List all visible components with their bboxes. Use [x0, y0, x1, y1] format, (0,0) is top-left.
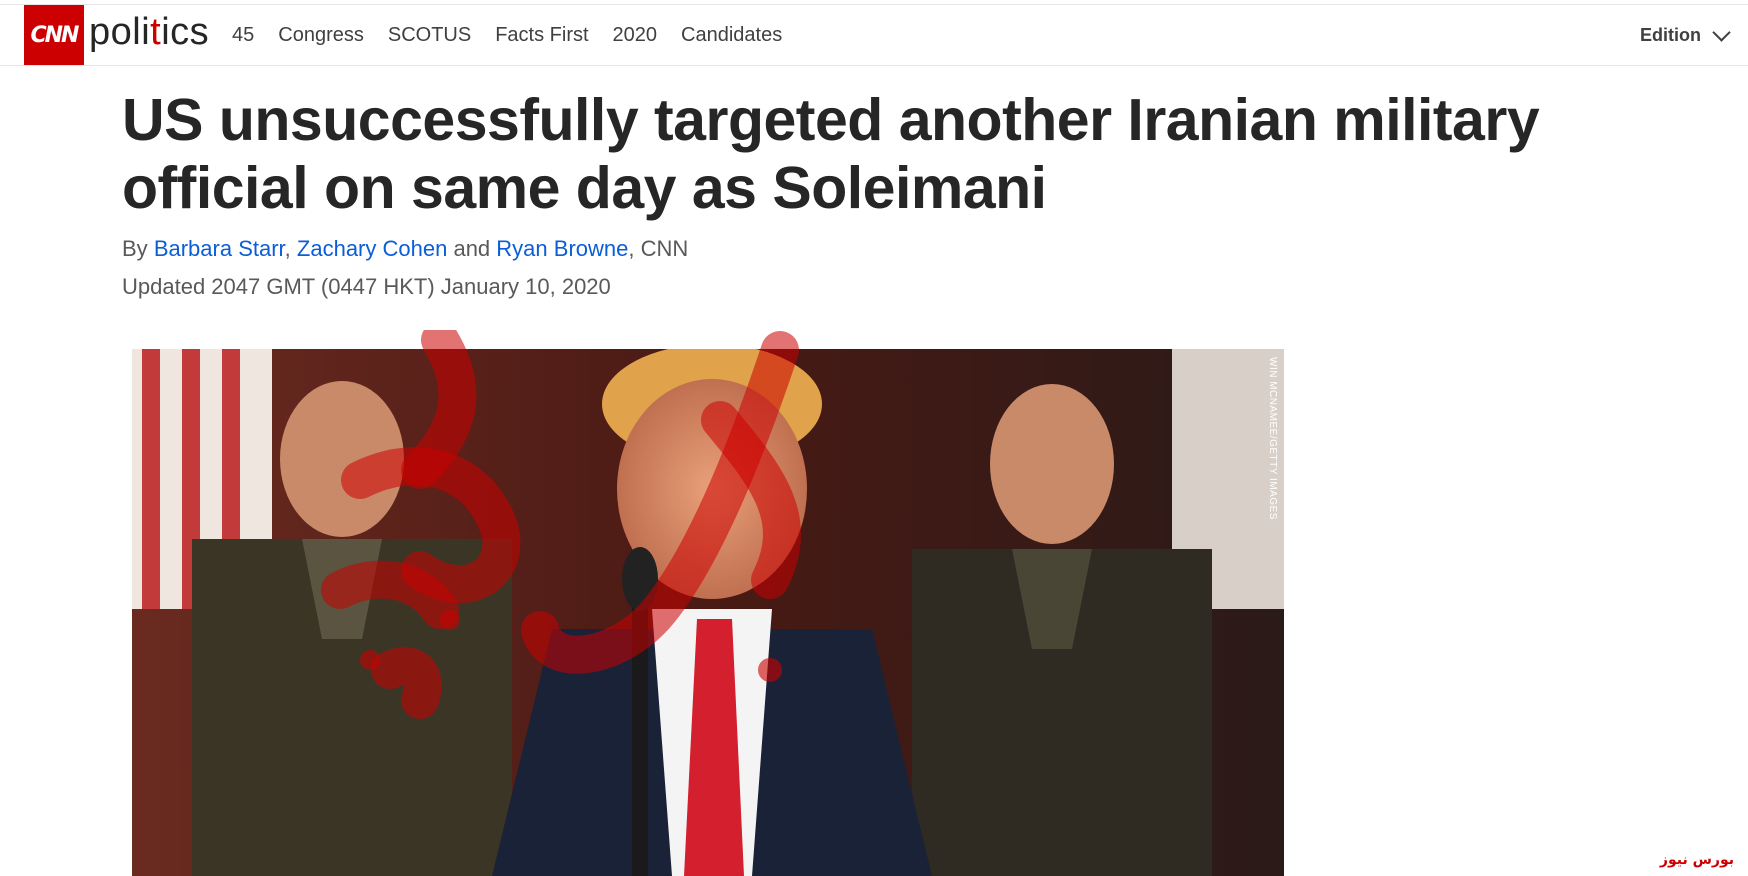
section-name-politics[interactable]: politics — [89, 11, 209, 54]
top-navigation-bar: CNN politics 45 Congress SCOTUS Facts Fi… — [0, 4, 1748, 66]
nav-item-candidates[interactable]: Candidates — [681, 24, 782, 47]
section-name-part1: poli — [89, 11, 151, 53]
byline-suffix: , CNN — [628, 236, 689, 261]
author-link-zachary-cohen[interactable]: Zachary Cohen — [297, 236, 447, 261]
author-link-barbara-starr[interactable]: Barbara Starr — [154, 236, 285, 261]
corner-watermark-text: بورس نیوز — [1659, 852, 1734, 868]
byline: By Barbara Starr, Zachary Cohen and Ryan… — [122, 236, 688, 262]
nav-item-scotus[interactable]: SCOTUS — [388, 24, 471, 47]
article-photo-illustration — [132, 349, 1284, 876]
author-link-ryan-browne[interactable]: Ryan Browne — [496, 236, 628, 261]
updated-timestamp: Updated 2047 GMT (0447 HKT) January 10, … — [122, 274, 611, 299]
cnn-logo[interactable]: CNN — [24, 5, 84, 65]
section-name-part2: ics — [161, 11, 210, 53]
byline-and: and — [453, 236, 491, 261]
nav-item-facts-first[interactable]: Facts First — [495, 24, 588, 47]
section-nav: 45 Congress SCOTUS Facts First 2020 Cand… — [232, 5, 806, 65]
nav-item-congress[interactable]: Congress — [278, 24, 364, 47]
article-headline: US unsuccessfully targeted another Irani… — [122, 87, 1540, 221]
edition-selector[interactable]: Edition — [1640, 5, 1731, 65]
byline-separator: , — [284, 236, 291, 261]
byline-prefix: By — [122, 236, 148, 261]
section-name-accent: t — [150, 11, 162, 53]
nav-item-45[interactable]: 45 — [232, 24, 254, 47]
nav-item-2020[interactable]: 2020 — [613, 24, 658, 47]
article-photo[interactable]: WIN MCNAMEE/GETTY IMAGES — [132, 349, 1284, 876]
photo-credit: WIN MCNAMEE/GETTY IMAGES — [1267, 357, 1278, 520]
chevron-down-icon — [1712, 22, 1731, 42]
edition-label: Edition — [1640, 24, 1701, 45]
